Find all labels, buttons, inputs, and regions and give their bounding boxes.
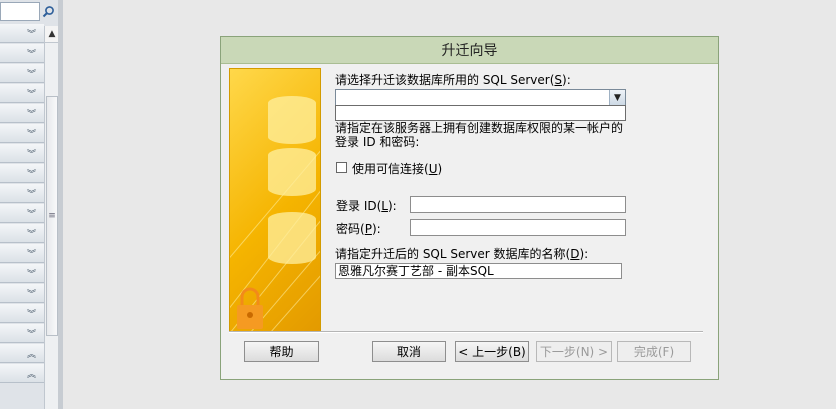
dialog-title: 升迁向导	[221, 37, 718, 64]
double-chevron-down-icon[interactable]: ︾	[27, 127, 36, 140]
double-chevron-down-icon[interactable]: ︾	[27, 267, 36, 280]
nav-group-row[interactable]: ︾	[0, 164, 44, 183]
cancel-button[interactable]: 取消	[372, 341, 446, 362]
double-chevron-down-icon[interactable]: ︾	[27, 207, 36, 220]
double-chevron-up-icon[interactable]: ︽	[27, 347, 36, 360]
nav-group-row[interactable]: ︾	[0, 304, 44, 323]
nav-group-row[interactable]: ︾	[0, 144, 44, 163]
pane-divider[interactable]	[58, 0, 63, 409]
nav-group-row[interactable]: ︾	[0, 284, 44, 303]
double-chevron-down-icon[interactable]: ︾	[27, 87, 36, 100]
nav-group-row[interactable]: ︾	[0, 64, 44, 83]
nav-group-row[interactable]: ︾	[0, 24, 44, 43]
trusted-connection-label[interactable]: 使用可信连接(U)	[352, 160, 442, 177]
chevron-down-icon[interactable]: ▼	[609, 90, 625, 105]
nav-group-row[interactable]: ︽	[0, 364, 44, 383]
nav-group-row[interactable]: ︾	[0, 124, 44, 143]
search-icon[interactable]	[40, 2, 57, 21]
double-chevron-down-icon[interactable]: ︾	[27, 147, 36, 160]
double-chevron-down-icon[interactable]: ︾	[27, 227, 36, 240]
double-chevron-down-icon[interactable]: ︾	[27, 307, 36, 320]
help-button[interactable]: 帮助	[244, 341, 319, 362]
database-name-field[interactable]: 恩雅凡尔赛丁艺部 - 副本SQL	[335, 263, 622, 279]
trusted-connection-checkbox[interactable]	[336, 162, 347, 173]
nav-group-list: ︾ ︾ ︾ ︾ ︾ ︾ ︾ ︾ ︾ ︾ ︾ ︾ ︾ ︾ ︾ ︾ ︽ ︽	[0, 24, 44, 384]
nav-group-row[interactable]: ︾	[0, 204, 44, 223]
nav-scrollbar[interactable]: ▲ ≡	[44, 26, 59, 409]
double-chevron-up-icon[interactable]: ︽	[27, 367, 36, 380]
nav-group-row[interactable]: ︾	[0, 264, 44, 283]
double-chevron-down-icon[interactable]: ︾	[27, 67, 36, 80]
password-field[interactable]	[410, 219, 626, 236]
double-chevron-down-icon[interactable]: ︾	[27, 167, 36, 180]
nav-group-row[interactable]: ︾	[0, 84, 44, 103]
next-button[interactable]: 下一步(N) >	[536, 341, 612, 362]
nav-search-input[interactable]	[0, 2, 40, 21]
double-chevron-down-icon[interactable]: ︾	[27, 47, 36, 60]
nav-group-row[interactable]: ︾	[0, 184, 44, 203]
scroll-up-icon[interactable]: ▲	[45, 26, 59, 43]
nav-group-row[interactable]: ︾	[0, 224, 44, 243]
login-id-field[interactable]	[410, 196, 626, 213]
password-label: 密码(P):	[336, 222, 381, 236]
nav-group-row[interactable]: ︾	[0, 44, 44, 63]
server-dropdown-list[interactable]	[335, 105, 626, 121]
navigation-pane: ︾ ︾ ︾ ︾ ︾ ︾ ︾ ︾ ︾ ︾ ︾ ︾ ︾ ︾ ︾ ︾ ︽ ︽ ▲ ≡	[0, 0, 63, 409]
lock-icon	[237, 287, 263, 329]
double-chevron-down-icon[interactable]: ︾	[27, 287, 36, 300]
double-chevron-down-icon[interactable]: ︾	[27, 247, 36, 260]
double-chevron-down-icon[interactable]: ︾	[27, 187, 36, 200]
login-prompt-label: 请指定在该服务器上拥有创建数据库权限的某一帐户的 登录 ID 和密码:	[335, 121, 624, 149]
wizard-database-image	[229, 68, 321, 332]
scroll-thumb[interactable]: ≡	[46, 96, 58, 336]
double-chevron-down-icon[interactable]: ︾	[27, 27, 36, 40]
nav-group-row[interactable]: ︾	[0, 104, 44, 123]
double-chevron-down-icon[interactable]: ︾	[27, 107, 36, 120]
back-button[interactable]: < 上一步(B)	[455, 341, 529, 362]
server-prompt-label: 请选择升迁该数据库所用的 SQL Server(S):	[335, 73, 571, 87]
finish-button[interactable]: 完成(F)	[617, 341, 691, 362]
database-name-prompt-label: 请指定升迁后的 SQL Server 数据库的名称(D):	[335, 247, 589, 261]
server-combobox[interactable]: ▼	[335, 89, 626, 106]
nav-group-row[interactable]: ︾	[0, 244, 44, 263]
double-chevron-down-icon[interactable]: ︾	[27, 327, 36, 340]
nav-group-row[interactable]: ︾	[0, 324, 44, 343]
dialog-separator	[229, 331, 703, 333]
nav-group-row[interactable]: ︽	[0, 344, 44, 363]
login-id-label: 登录 ID(L):	[336, 199, 397, 213]
